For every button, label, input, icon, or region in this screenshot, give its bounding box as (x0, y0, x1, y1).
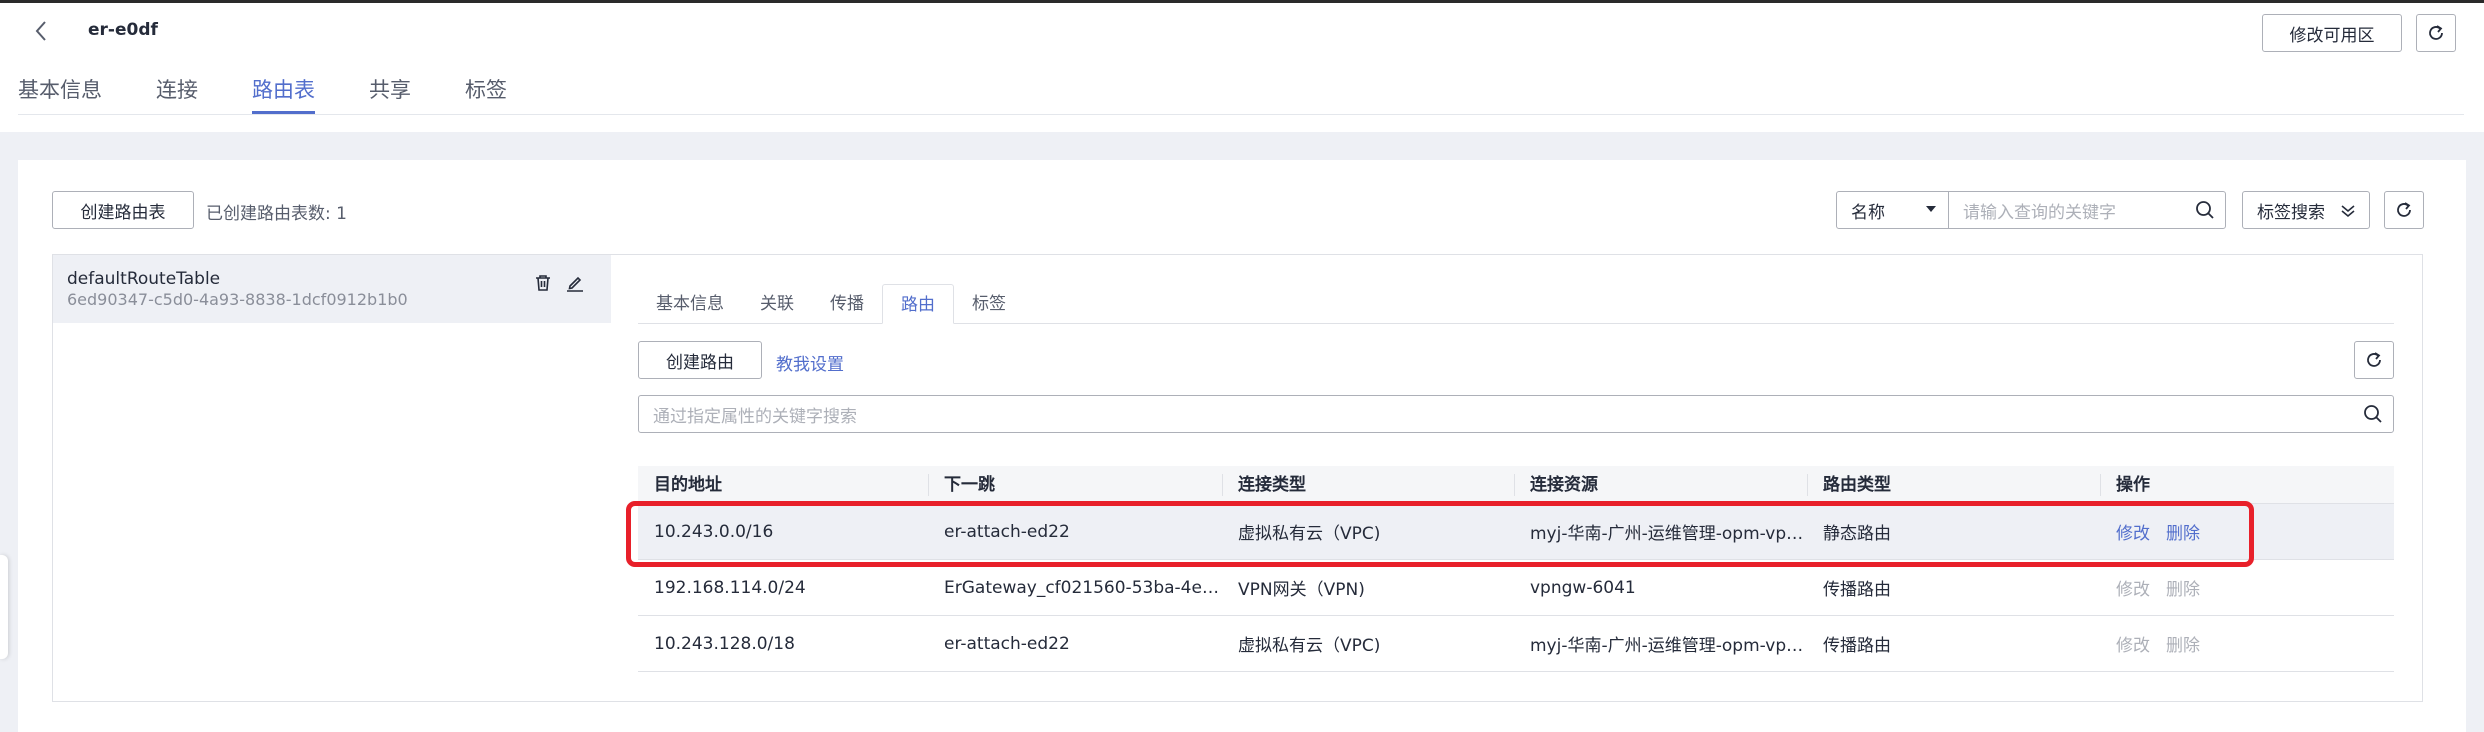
route-table-search-input[interactable]: 请输入查询的关键字 (1949, 192, 2185, 228)
delete-route-link: 删除 (2166, 636, 2200, 656)
refresh-icon (2367, 352, 2381, 367)
cell-resource-link[interactable]: myj-华南-广州-运维管理-opm-vpc-1 (1514, 631, 1807, 656)
cell-connection-type: 虚拟私有云（VPC) (1238, 636, 1381, 656)
subtab-basic-info[interactable]: 基本信息 (638, 284, 742, 324)
cell-route-type: 传播路由 (1823, 636, 1891, 656)
tab-tags[interactable]: 标签 (465, 70, 507, 114)
search-icon (2364, 405, 2382, 423)
cell-operations: 修改 删除 (2100, 631, 2394, 656)
caret-down-icon (1926, 206, 1936, 212)
cell-next-hop: er-attach-ed22 (944, 633, 1070, 654)
column-header-connection-resource[interactable]: 连接资源 (1514, 466, 1807, 503)
edit-route-link: 修改 (2116, 580, 2150, 600)
routes-refresh-button[interactable] (2354, 341, 2394, 379)
window-top-border (0, 0, 2484, 3)
guide-link[interactable]: 教我设置 (776, 350, 844, 375)
search-icon (2196, 201, 2214, 219)
cell-next-hop: er-attach-ed22 (944, 521, 1070, 542)
routes-table: 目的地址 下一跳 连接类型 连接资源 路由类型 操作 10.243.0.0/16… (638, 466, 2394, 672)
refresh-icon (2429, 25, 2443, 40)
create-route-button[interactable]: 创建路由 (638, 341, 762, 379)
cell-connection-type: VPN网关（VPN) (1238, 580, 1365, 600)
route-table-item[interactable]: defaultRouteTable 6ed90347-c5d0-4a93-883… (53, 255, 611, 323)
route-table-search: 名称 请输入查询的关键字 (1836, 191, 2226, 229)
edit-route-link[interactable]: 修改 (2116, 524, 2150, 544)
create-route-table-button[interactable]: 创建路由表 (52, 191, 194, 229)
search-button[interactable] (2185, 192, 2225, 228)
tag-search-label: 标签搜索 (2257, 202, 2325, 223)
subtab-tags[interactable]: 标签 (954, 284, 1024, 324)
table-header: 目的地址 下一跳 连接类型 连接资源 路由类型 操作 (638, 466, 2394, 504)
created-count-text: 已创建路由表数: 1 (206, 204, 347, 224)
cell-destination: 10.243.0.0/16 (654, 521, 774, 542)
modify-az-button[interactable]: 修改可用区 (2262, 14, 2402, 52)
column-header-destination[interactable]: 目的地址 (638, 466, 928, 503)
tag-search-button[interactable]: 标签搜索 (2242, 191, 2370, 229)
pencil-icon (567, 276, 583, 292)
tab-basic-info[interactable]: 基本信息 (18, 70, 102, 114)
delete-route-link: 删除 (2166, 580, 2200, 600)
double-chevron-down-icon (2341, 205, 2355, 218)
list-refresh-button[interactable] (2384, 191, 2424, 229)
filter-select[interactable]: 名称 (1837, 192, 1949, 228)
column-header-route-type[interactable]: 路由类型 (1807, 466, 2100, 503)
column-header-operations: 操作 (2100, 466, 2394, 503)
filter-select-value: 名称 (1851, 202, 1885, 223)
refresh-icon (2397, 202, 2411, 217)
route-table-name: defaultRouteTable (67, 269, 221, 289)
route-search-field: 通过指定属性的关键字搜索 (638, 395, 2394, 433)
table-row: 10.243.128.0/18 er-attach-ed22 虚拟私有云（VPC… (638, 616, 2394, 672)
main-tabs: 基本信息 连接 路由表 共享 标签 (18, 70, 561, 114)
cell-operations: 修改 删除 (2100, 519, 2394, 544)
subtab-associations[interactable]: 关联 (742, 284, 812, 324)
route-table-id: 6ed90347-c5d0-4a93-8838-1dcf0912b1b0 (67, 290, 408, 309)
tab-sharing[interactable]: 共享 (369, 70, 411, 114)
cell-route-type: 传播路由 (1823, 580, 1891, 600)
cell-destination: 192.168.114.0/24 (654, 577, 806, 598)
side-drawer-handle[interactable] (0, 555, 8, 659)
header-divider (18, 114, 2464, 115)
cell-route-type: 静态路由 (1823, 524, 1891, 544)
cell-destination: 10.243.128.0/18 (654, 633, 795, 654)
table-row: 192.168.114.0/24 ErGateway_cf021560-53ba… (638, 560, 2394, 616)
edit-route-link: 修改 (2116, 636, 2150, 656)
tab-route-tables[interactable]: 路由表 (252, 70, 315, 114)
delete-route-link[interactable]: 删除 (2166, 524, 2200, 544)
table-row: 10.243.0.0/16 er-attach-ed22 虚拟私有云（VPC) … (638, 504, 2394, 560)
cell-next-hop: ErGateway_cf021560-53ba-4e7... (944, 577, 1222, 598)
cell-connection-type: 虚拟私有云（VPC) (1238, 524, 1381, 544)
edit-route-table-button[interactable] (565, 273, 587, 295)
cell-operations: 修改 删除 (2100, 575, 2394, 600)
subtab-routes[interactable]: 路由 (882, 284, 954, 324)
route-search-button[interactable] (2353, 396, 2393, 432)
page-refresh-button[interactable] (2416, 14, 2456, 52)
back-button[interactable] (28, 16, 54, 46)
delete-route-table-button[interactable] (533, 273, 555, 295)
chevron-left-icon (35, 21, 46, 41)
subtab-propagations[interactable]: 传播 (812, 284, 882, 324)
route-table-list: defaultRouteTable 6ed90347-c5d0-4a93-883… (52, 254, 612, 702)
trash-icon (536, 275, 550, 291)
cell-resource-link[interactable]: myj-华南-广州-运维管理-opm-vpc-1 (1514, 519, 1807, 544)
detail-tabs: 基本信息 关联 传播 路由 标签 (638, 284, 1024, 324)
tab-connections[interactable]: 连接 (156, 70, 198, 114)
route-search-input[interactable]: 通过指定属性的关键字搜索 (639, 396, 2353, 432)
cell-resource-link[interactable]: vpngw-6041 (1514, 578, 1807, 598)
column-header-next-hop[interactable]: 下一跳 (928, 466, 1222, 503)
page-title: er-e0df (88, 20, 158, 40)
column-header-connection-type[interactable]: 连接类型 (1222, 466, 1514, 503)
